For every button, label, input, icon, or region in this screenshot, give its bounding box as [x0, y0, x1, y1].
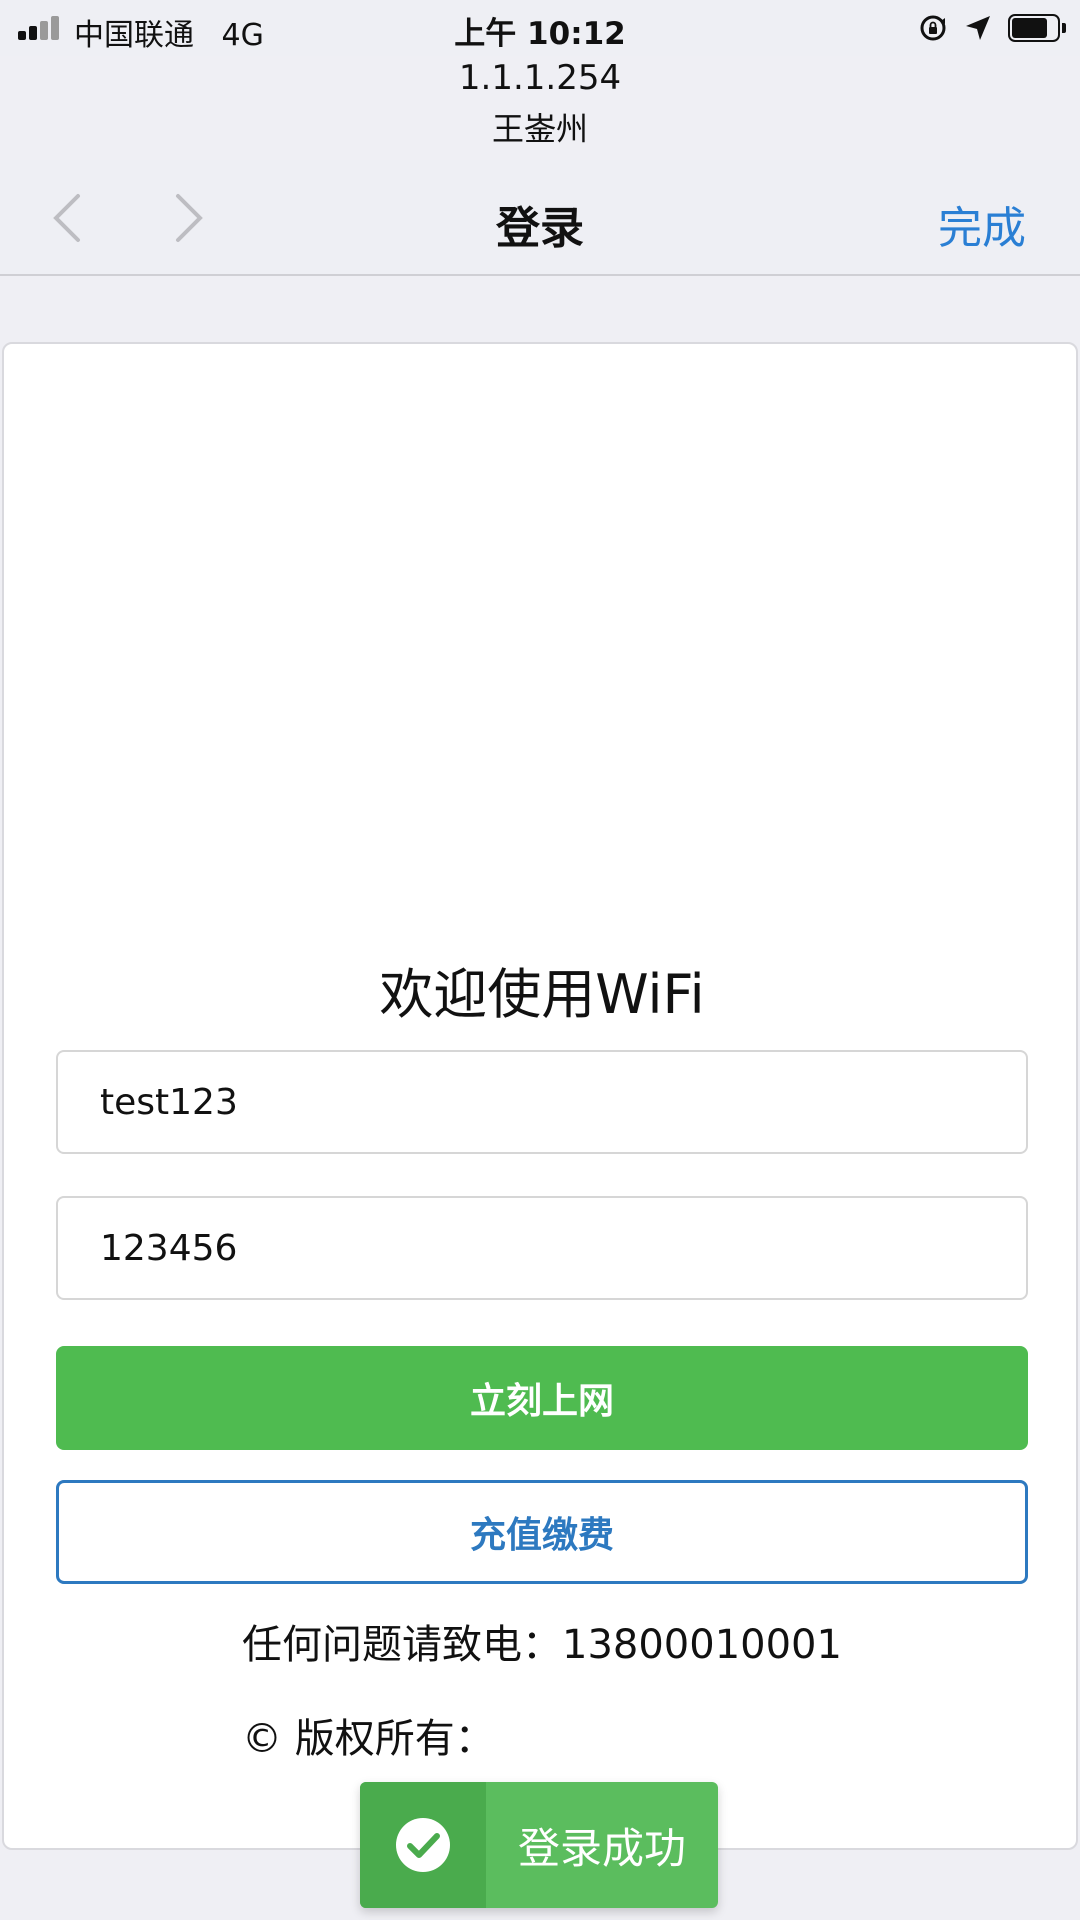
battery-icon: [1008, 14, 1066, 42]
connect-button[interactable]: 立刻上网: [56, 1346, 1028, 1450]
checkmark-icon: [396, 1818, 450, 1872]
network-ssid: 王崟州: [491, 110, 588, 148]
contact-info: 任何问题请致电：13800010001: [242, 1622, 842, 1668]
recharge-button[interactable]: 充值缴费: [56, 1480, 1028, 1584]
login-card: 欢迎使用WiFi 立刻上网 充值缴费 任何问题请致电：13800010001 ©…: [2, 342, 1078, 1850]
done-button[interactable]: 完成: [938, 192, 1026, 256]
success-toast: 登录成功: [360, 1782, 718, 1908]
nav-bar: 登录 完成: [0, 160, 1080, 276]
password-input[interactable]: [98, 1226, 1026, 1270]
location-icon: [966, 16, 990, 40]
portal-host: 1.1.1.254: [458, 58, 622, 98]
toast-message: 登录成功: [518, 1823, 687, 1873]
copyright-notice: © 版权所有：: [242, 1716, 495, 1762]
orientation-lock-icon: [920, 15, 946, 41]
page-title: 登录: [496, 203, 584, 254]
status-bar: 中国联通 4G 上午 10:12: [0, 0, 1080, 56]
username-input[interactable]: [98, 1080, 1026, 1124]
password-field[interactable]: [56, 1196, 1028, 1300]
toast-icon-area: [360, 1782, 486, 1908]
welcome-heading: 欢迎使用WiFi: [379, 963, 705, 1026]
username-field[interactable]: [56, 1050, 1028, 1154]
status-icons: [918, 8, 1066, 48]
